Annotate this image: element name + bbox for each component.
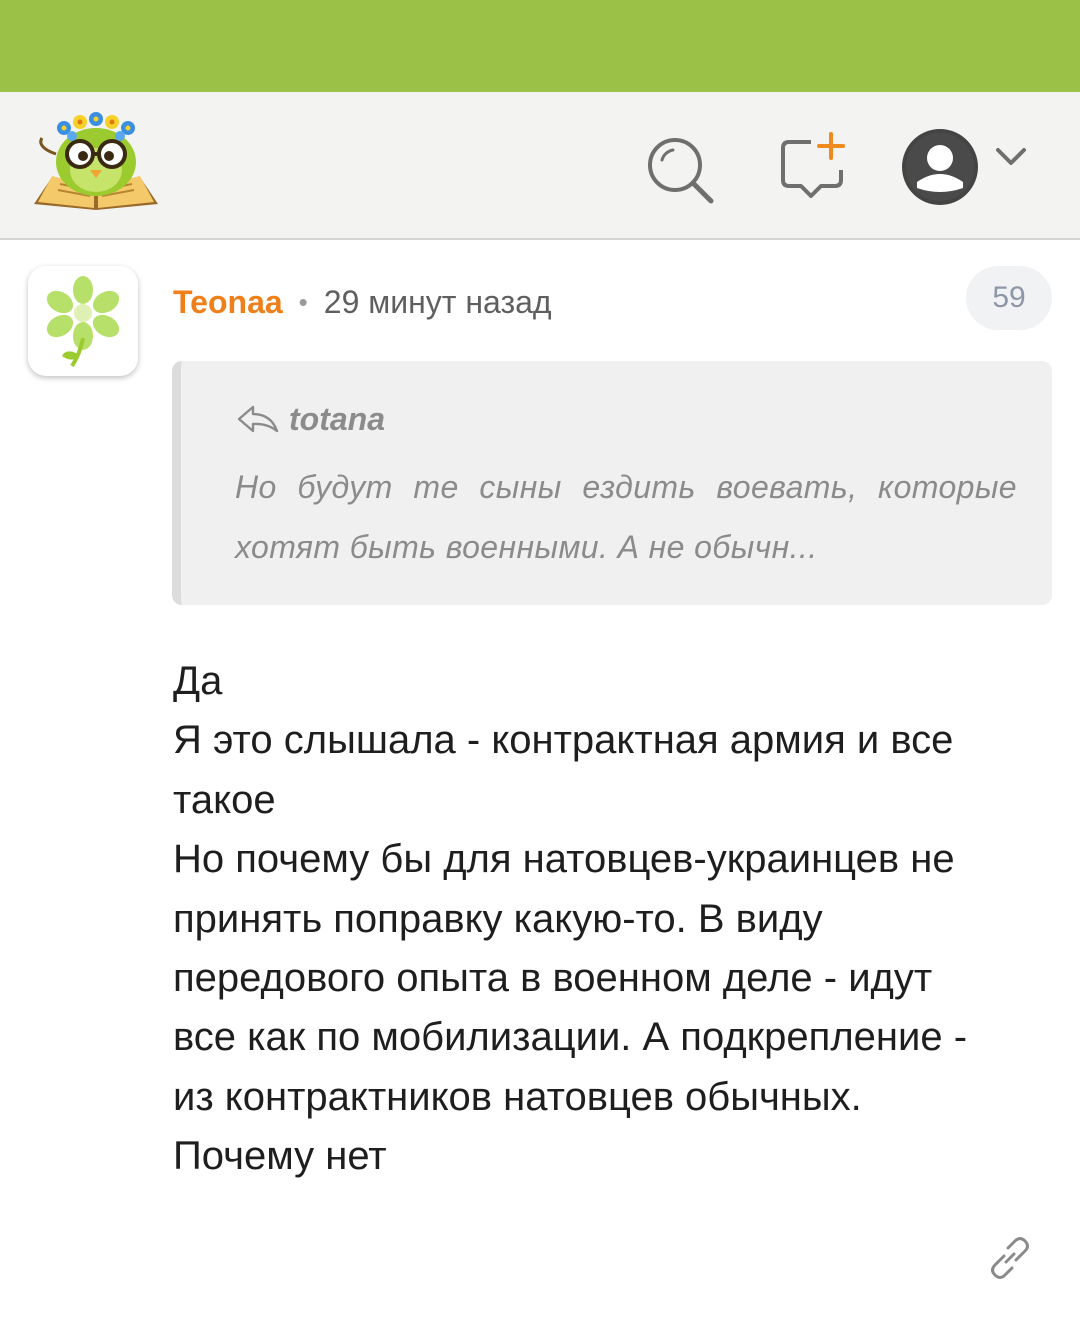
quote-author-name[interactable]: totana <box>289 401 385 438</box>
comment-line: принять поправку какую-то. В виду <box>173 896 823 941</box>
comment-line: из контрактников натовцев обычных. <box>173 1074 862 1119</box>
reply-arrow-icon <box>237 405 279 432</box>
profile-menu-button[interactable] <box>895 122 1035 212</box>
comment-line: такое <box>173 777 276 822</box>
comment-body: Да Я это слышала - контрактная армия и в… <box>173 652 1053 1187</box>
comment-meta: Teonaa • 29 минут назад <box>173 282 552 322</box>
author-name[interactable]: Teonaa <box>173 284 283 321</box>
site-logo[interactable] <box>30 110 162 220</box>
top-header <box>0 92 1080 240</box>
comment-line: все как по мобилизации. А подкрепление - <box>173 1015 968 1060</box>
link-icon[interactable] <box>982 1230 1038 1286</box>
comment-line: передового опыта в военном деле - идут <box>173 956 933 1001</box>
quoted-comment[interactable]: totana Но будут те сыны ездить воевать, … <box>172 361 1052 605</box>
quote-author-row: totana <box>235 401 385 438</box>
comment-line: Почему нет <box>173 1134 387 1179</box>
flower-avatar <box>46 276 120 368</box>
comment-line: Я это слышала - контрактная армия и все <box>173 718 954 763</box>
author-avatar[interactable] <box>28 266 138 376</box>
new-post-icon[interactable] <box>775 128 855 208</box>
comment-time: 29 минут назад <box>323 283 552 320</box>
meta-separator: • <box>298 286 308 317</box>
comment-count-badge[interactable]: 59 <box>966 266 1052 330</box>
status-bar <box>0 0 1080 92</box>
search-icon[interactable] <box>640 130 720 210</box>
comment-line: Но почему бы для натовцев-украинцев не <box>173 837 955 882</box>
quote-text: Но будут те сыны ездить воевать, которые… <box>235 469 1017 565</box>
chevron-down-icon <box>996 148 1026 165</box>
comment-line: Да <box>173 659 223 703</box>
